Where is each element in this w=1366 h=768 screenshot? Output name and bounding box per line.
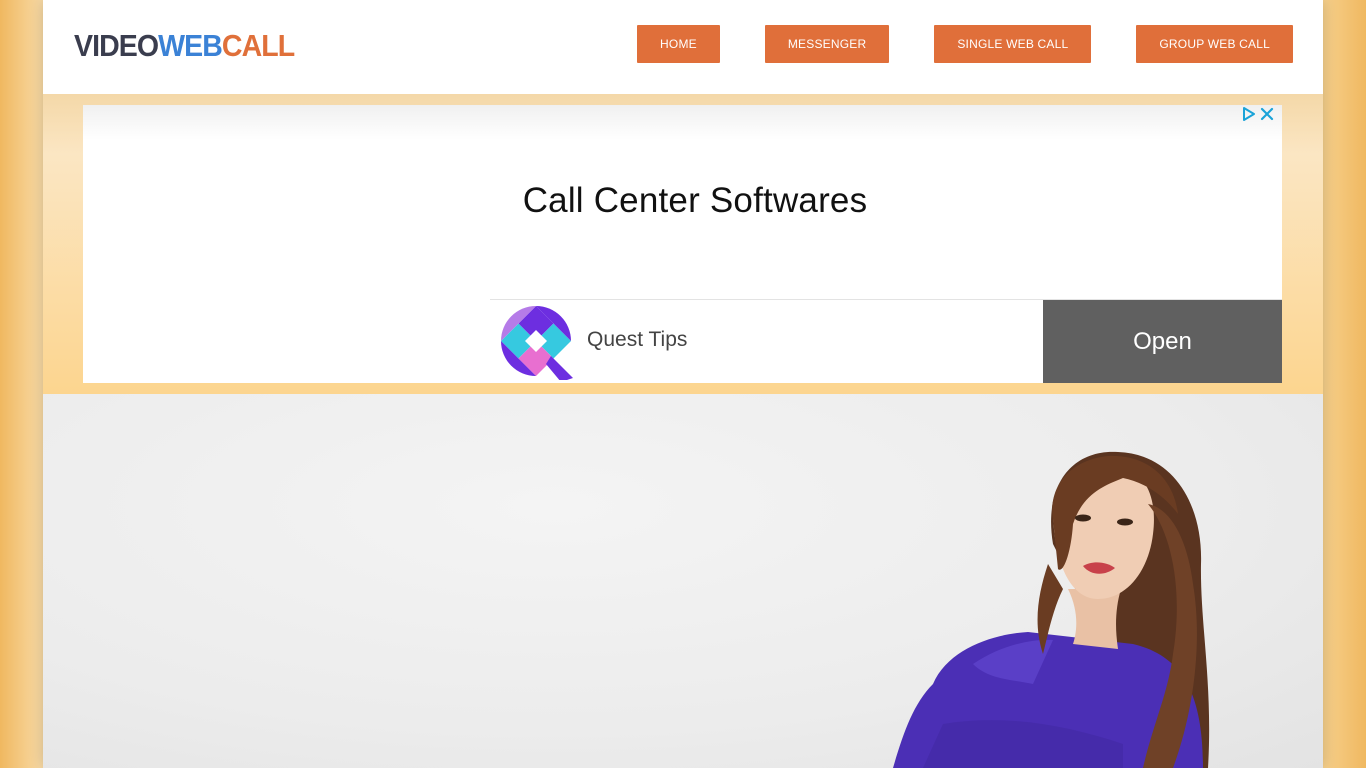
woman-in-purple-top-photo (893, 451, 1210, 768)
logo-text-video: VIDEO (74, 28, 159, 63)
logo-text-call: CALL (221, 28, 295, 63)
nav-home-button[interactable]: HOME (637, 25, 720, 63)
logo-text-web: WEB (158, 28, 223, 63)
page-container: VIDEOWEBCALL HOME MESSENGER SINGLE WEB C… (43, 0, 1323, 768)
nav-messenger-button[interactable]: MESSENGER (764, 25, 890, 63)
ad-choices-icon[interactable] (1242, 107, 1256, 125)
ad-bottom-bar: Quest Tips Open (490, 299, 1282, 383)
ad-close-icon[interactable] (1260, 107, 1274, 125)
site-logo[interactable]: VIDEOWEBCALL (74, 28, 295, 64)
ad-band: Call Center Softwares Quest Tips Open (43, 94, 1323, 394)
quest-tips-logo-icon[interactable] (501, 306, 575, 382)
ad-headline[interactable]: Call Center Softwares (83, 181, 1282, 221)
main-nav: HOME MESSENGER SINGLE WEB CALL GROUP WEB… (637, 25, 1293, 63)
nav-group-web-call-button[interactable]: GROUP WEB CALL (1136, 25, 1293, 63)
nav-single-web-call-button[interactable]: SINGLE WEB CALL (934, 25, 1092, 63)
site-header: VIDEOWEBCALL HOME MESSENGER SINGLE WEB C… (43, 0, 1323, 94)
ad-choices (1242, 107, 1274, 125)
hero-section (43, 394, 1323, 768)
ad-brand-name[interactable]: Quest Tips (587, 328, 687, 352)
ad-open-button[interactable]: Open (1043, 300, 1282, 383)
ad-top-shade (83, 105, 1282, 140)
ad-banner[interactable]: Call Center Softwares Quest Tips Open (83, 105, 1282, 383)
